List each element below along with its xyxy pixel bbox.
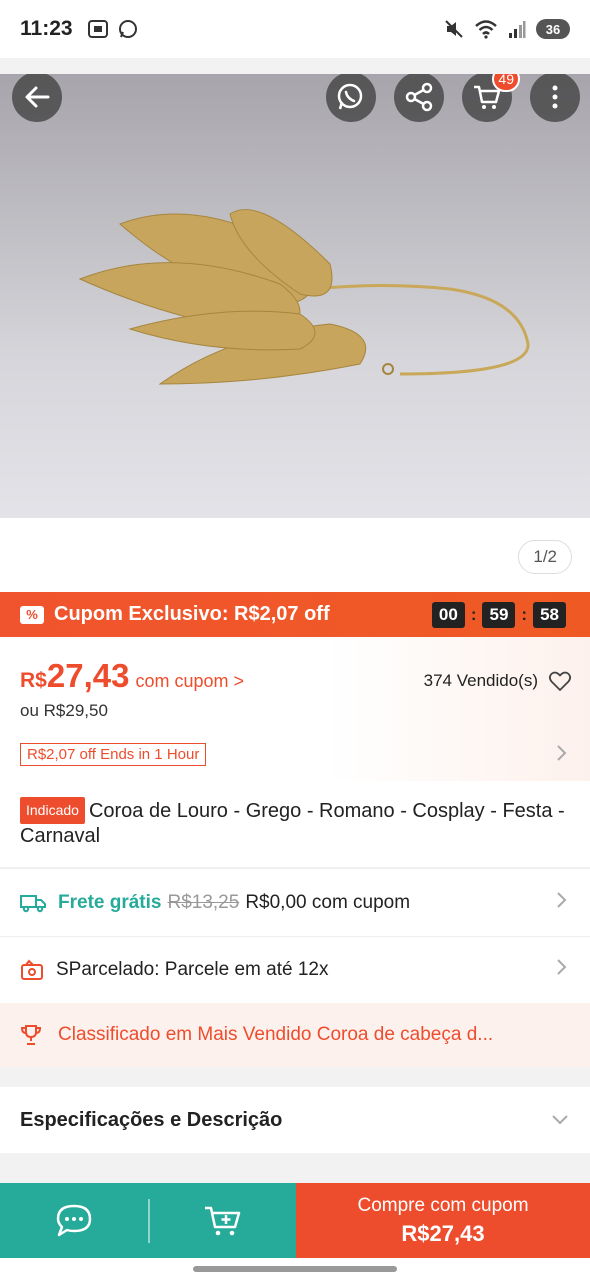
product-title-section: Indicado Coroa de Louro - Grego - Romano … [0, 781, 590, 867]
signal-icon [509, 21, 526, 38]
buy-button-label: Compre com cupom [357, 1194, 529, 1216]
shipping-row[interactable]: Frete grátis R$13,25 R$0,00 com cupom [0, 868, 590, 936]
gesture-bar[interactable] [193, 1266, 397, 1272]
coupon-icon: % [20, 605, 44, 624]
price-row: R$ 27,43 com cupom > [20, 657, 244, 695]
chevron-right-icon [557, 745, 567, 761]
status-notification-icons [87, 18, 139, 40]
coupon-label: Cupom Exclusivo: R$2,07 off [54, 603, 330, 625]
chat-icon [56, 1204, 92, 1236]
wifi-icon [475, 20, 497, 39]
add-to-cart-icon [205, 1206, 241, 1235]
chevron-down-icon [550, 1109, 570, 1132]
shipping-old-price: R$13,25 [167, 891, 240, 913]
recommended-badge: Indicado [20, 797, 85, 824]
offer-tag: R$2,07 off Ends in 1 Hour [20, 743, 207, 766]
coupon-price-link[interactable]: com cupom > [135, 671, 244, 692]
installment-card-icon [20, 959, 44, 981]
installments-label: SParcelado: Parcele em até 12x [56, 959, 329, 980]
screenshot-icon [87, 20, 108, 38]
buy-with-coupon-button[interactable]: Compre com cupom R$27,43 [296, 1183, 590, 1258]
share-icon [405, 82, 433, 112]
product-image[interactable]: 49 [0, 74, 590, 518]
product-page: 11:23 36 49 1/2 % Cupom Exclusivo: R$2,0… [0, 0, 590, 1280]
sold-count: 374 Vendido(s) [423, 671, 538, 690]
specs-label: Especificações e Descrição [20, 1108, 283, 1131]
more-options-button[interactable] [530, 74, 580, 122]
laurel-headband-image [78, 209, 530, 385]
favorite-button[interactable] [548, 669, 572, 698]
shipping-new-price: R$0,00 com cupom [245, 891, 411, 913]
battery-indicator: 36 [536, 19, 570, 39]
share-button[interactable] [394, 74, 444, 122]
countdown-separator: : [470, 604, 477, 624]
status-bar: 11:23 36 [0, 0, 590, 58]
bottom-action-bar: Compre com cupom R$27,43 [0, 1183, 590, 1258]
free-shipping-label: Frete grátis [58, 891, 162, 913]
more-vertical-icon [552, 85, 558, 109]
image-page-indicator: 1/2 [518, 540, 572, 574]
back-button[interactable] [12, 74, 62, 122]
add-to-cart-button[interactable] [150, 1183, 296, 1258]
original-price: ou R$29,50 [20, 701, 108, 720]
countdown-hours: 00 [431, 601, 465, 628]
offer-details-button[interactable] [554, 743, 568, 768]
image-footer: 1/2 [0, 518, 590, 592]
buy-button-price: R$27,43 [401, 1220, 485, 1246]
installments-row[interactable]: SParcelado: Parcele em até 12x [0, 936, 590, 1003]
chevron-right-icon [554, 957, 568, 983]
ranking-label: Classificado em Mais Vendido Coroa de ca… [58, 1024, 494, 1045]
heart-icon [548, 671, 572, 691]
gesture-nav-area [0, 1258, 590, 1280]
ranking-row[interactable]: Classificado em Mais Vendido Coroa de ca… [0, 1003, 590, 1067]
cart-button[interactable]: 49 [462, 74, 520, 122]
whatsapp-icon [337, 83, 363, 110]
truck-icon [20, 893, 46, 913]
mute-icon [445, 20, 463, 38]
status-system-icons: 36 [444, 19, 570, 39]
trophy-icon [20, 1024, 42, 1046]
price-value: 27,43 [46, 657, 130, 694]
countdown-seconds: 58 [533, 601, 566, 628]
whatsapp-share-button[interactable] [326, 74, 376, 122]
product-title: Coroa de Louro - Grego - Romano - Cospla… [20, 800, 565, 847]
status-time: 11:23 [20, 17, 73, 40]
price-currency: R$ [20, 669, 47, 692]
coupon-banner[interactable]: % Cupom Exclusivo: R$2,07 off 00 : 59 : … [0, 592, 590, 637]
specs-description-row[interactable]: Especificações e Descrição [0, 1087, 590, 1153]
countdown-minutes: 59 [482, 601, 516, 628]
chat-button[interactable] [0, 1183, 148, 1258]
chevron-right-icon [554, 890, 568, 916]
price-section: R$ 27,43 com cupom > ou R$29,50 374 Vend… [0, 637, 590, 781]
countdown-separator: : [521, 604, 528, 624]
back-arrow-icon [25, 86, 50, 108]
countdown-timer: 00 : 59 : 58 [431, 601, 566, 628]
whatsapp-notification-icon [118, 20, 137, 38]
